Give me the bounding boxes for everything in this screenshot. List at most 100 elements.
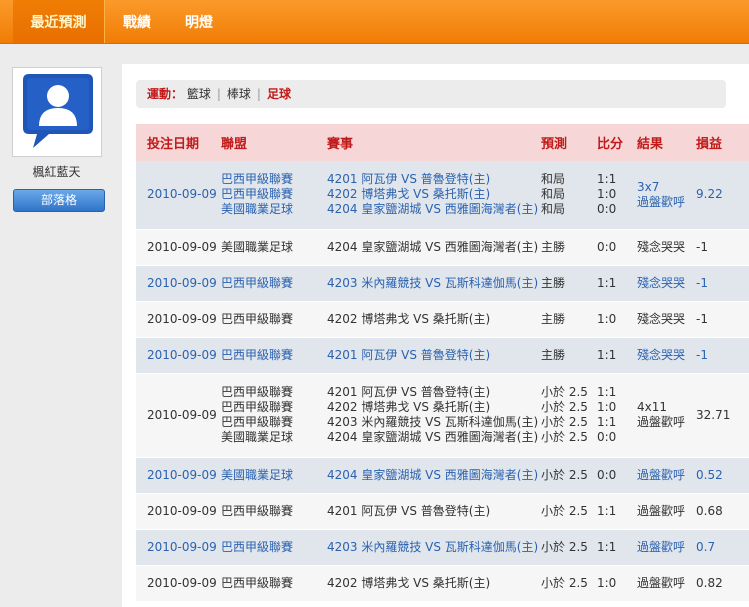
chat-user-icon (15, 70, 99, 154)
profit-cell: 32.71 (685, 373, 749, 458)
bet-date-cell: 2010-09-09 (136, 565, 217, 602)
league-name: 巴西甲級聯賽 (221, 385, 294, 399)
result-value: 殘念哭哭 (637, 347, 686, 362)
result-value: 過盤歡呼 (637, 539, 686, 554)
sport-filter-baseball[interactable]: 棒球 (227, 87, 251, 101)
table-row[interactable]: 2010-09-09 巴西甲級聯賽 4202 博塔弗戈 VS 桑托斯(主) 小於 2.… (136, 565, 749, 602)
sport-filter-bar: 運動： 籃球 | 棒球 | 足球 (136, 80, 726, 108)
prediction-cell: 主勝 (530, 229, 586, 266)
league-name: 巴西甲級聯賽 (221, 400, 294, 414)
header-result: 結果 (626, 124, 685, 161)
league-cell: 美國職業足球 (210, 229, 316, 266)
league-name[interactable]: 巴西甲級聯賽 (221, 348, 316, 363)
bet-date: 2010-09-09 (147, 187, 217, 202)
match-name[interactable]: 4202 博塔弗戈 VS 桑托斯(主) (327, 187, 530, 202)
prediction-value: 小於 2.5 (541, 430, 588, 444)
prediction-value: 小於 2.5 (541, 539, 588, 554)
league-name[interactable]: 美國職業足球 (221, 468, 316, 483)
match-name[interactable]: 4203 米內羅競技 VS 瓦斯科達伽馬(主) (327, 540, 538, 555)
nav-tab-recent-predictions[interactable]: 最近預測 (13, 0, 105, 43)
match-name: 4204 皇家鹽湖城 VS 西雅圖海灣者(主) (327, 430, 539, 444)
table-row[interactable]: 2010-09-09 美國職業足球 4204 皇家鹽湖城 VS 西雅圖海灣者(主) 小… (136, 457, 749, 494)
result-value: 4x11 (637, 400, 668, 414)
header-match: 賽事 (316, 124, 530, 161)
avatar[interactable] (12, 67, 102, 157)
result-cell: 殘念哭哭 (626, 229, 685, 266)
header-bet-date: 投注日期 (136, 124, 210, 161)
score-cell: 0:0 (586, 229, 626, 266)
score-value: 0:0 (597, 202, 617, 217)
nav-tab-bright-lamp[interactable]: 明燈 (172, 0, 226, 43)
prediction-cell: 和局 和局 和局 (530, 161, 586, 230)
match-name: 4201 阿瓦伊 VS 普魯登特(主) (327, 503, 491, 518)
bet-date: 2010-09-09 (147, 407, 217, 422)
league-name[interactable]: 巴西甲級聯賽 (221, 540, 316, 555)
result-value: 殘念哭哭 (637, 311, 686, 326)
profit-value: -1 (696, 311, 708, 326)
prediction-value: 和局 (541, 202, 566, 217)
match-cell: 4204 皇家鹽湖城 VS 西雅圖海灣者(主) (316, 457, 538, 494)
result-value: 過盤歡呼 (637, 194, 686, 209)
sidebar: 楓紅藍天 部落格 (0, 44, 113, 607)
profit-cell: 9.22 (685, 161, 749, 230)
profit-cell: -1 (685, 301, 749, 338)
match-cell: 4201 阿瓦伊 VS 普魯登特(主) (316, 493, 530, 530)
table-row[interactable]: 2010-09-09 巴西甲級聯賽 巴西甲級聯賽 巴西甲級聯賽 美國職業足球 4201 阿… (136, 373, 749, 458)
table-row[interactable]: 2010-09-09 巴西甲級聯賽 巴西甲級聯賽 美國職業足球 4201 阿瓦伊 VS … (136, 161, 749, 230)
prediction-cell: 小於 2.5 小於 2.5 小於 2.5 小於 2.5 (530, 373, 588, 458)
league-cell: 美國職業足球 (210, 457, 316, 494)
league-cell: 巴西甲級聯賽 (210, 265, 316, 302)
table-row[interactable]: 2010-09-09 巴西甲級聯賽 4202 博塔弗戈 VS 桑托斯(主) 主勝 1:0… (136, 301, 749, 338)
match-name[interactable]: 4204 皇家鹽湖城 VS 西雅圖海灣者(主) (327, 202, 538, 217)
match-name: 4204 皇家鹽湖城 VS 西雅圖海灣者(主) (327, 239, 539, 254)
sport-filter-basketball[interactable]: 籃球 (187, 87, 211, 101)
match-name: 4201 阿瓦伊 VS 普魯登特(主) (327, 385, 491, 399)
match-name: 4202 博塔弗戈 VS 桑托斯(主) (327, 575, 491, 590)
match-name[interactable]: 4201 阿瓦伊 VS 普魯登特(主) (327, 348, 530, 363)
prediction-value: 主勝 (541, 347, 566, 362)
blog-button[interactable]: 部落格 (13, 189, 105, 212)
match-cell: 4202 博塔弗戈 VS 桑托斯(主) (316, 301, 530, 338)
profit-value: 9.22 (696, 187, 723, 202)
header-prediction: 預測 (530, 124, 586, 161)
bet-date: 2010-09-09 (147, 239, 217, 254)
match-name[interactable]: 4203 米內羅競技 VS 瓦斯科達伽馬(主) (327, 276, 538, 291)
result-cell: 殘念哭哭 (626, 265, 685, 302)
table-row[interactable]: 2010-09-09 巴西甲級聯賽 4201 阿瓦伊 VS 普魯登特(主) 主勝 1:1… (136, 337, 749, 374)
table-row[interactable]: 2010-09-09 巴西甲級聯賽 4201 阿瓦伊 VS 普魯登特(主) 小於 2.… (136, 493, 749, 530)
league-name[interactable]: 巴西甲級聯賽 (221, 187, 316, 202)
sport-filter-soccer[interactable]: 足球 (267, 87, 291, 101)
score-value: 1:0 (597, 311, 617, 326)
score-cell: 1:1 (586, 265, 626, 302)
match-name[interactable]: 4204 皇家鹽湖城 VS 西雅圖海灣者(主) (327, 468, 538, 483)
bet-date-cell: 2010-09-09 (136, 301, 217, 338)
score-value: 1:0 (597, 400, 617, 414)
score-value: 1:1 (597, 539, 617, 554)
table-row[interactable]: 2010-09-09 美國職業足球 4204 皇家鹽湖城 VS 西雅圖海灣者(主) 主… (136, 229, 749, 266)
league-cell: 巴西甲級聯賽 巴西甲級聯賽 巴西甲級聯賽 美國職業足球 (210, 373, 316, 458)
score-value: 1:1 (597, 275, 617, 290)
prediction-value: 小於 2.5 (541, 575, 588, 590)
prediction-value: 小於 2.5 (541, 385, 588, 399)
filter-separator: | (216, 87, 221, 101)
bet-date: 2010-09-09 (147, 503, 217, 518)
league-name[interactable]: 美國職業足球 (221, 202, 316, 217)
bet-date: 2010-09-09 (147, 575, 217, 590)
profit-value: 32.71 (696, 407, 731, 422)
league-name[interactable]: 巴西甲級聯賽 (221, 276, 316, 291)
table-row[interactable]: 2010-09-09 巴西甲級聯賽 4203 米內羅競技 VS 瓦斯科達伽馬(主) 小… (136, 529, 749, 566)
bet-date: 2010-09-09 (147, 275, 217, 290)
profit-cell: 0.7 (685, 529, 749, 566)
profit-cell: 0.82 (685, 565, 749, 602)
prediction-value: 小於 2.5 (541, 400, 588, 414)
score-value: 1:0 (597, 187, 617, 202)
profit-cell: -1 (685, 229, 749, 266)
table-row[interactable]: 2010-09-09 巴西甲級聯賽 4203 米內羅競技 VS 瓦斯科達伽馬(主) 主… (136, 265, 749, 302)
league-name[interactable]: 巴西甲級聯賽 (221, 172, 316, 187)
nav-tab-record[interactable]: 戰績 (110, 0, 164, 43)
match-name[interactable]: 4201 阿瓦伊 VS 普魯登特(主) (327, 172, 530, 187)
bet-date-cell: 2010-09-09 (136, 229, 217, 266)
header-profit: 損益 (685, 124, 749, 161)
result-cell: 過盤歡呼 (626, 493, 685, 530)
main-panel: 運動： 籃球 | 棒球 | 足球 投注日期 聯盟 賽事 預測 比分 結果 損益 2010… (122, 64, 749, 607)
